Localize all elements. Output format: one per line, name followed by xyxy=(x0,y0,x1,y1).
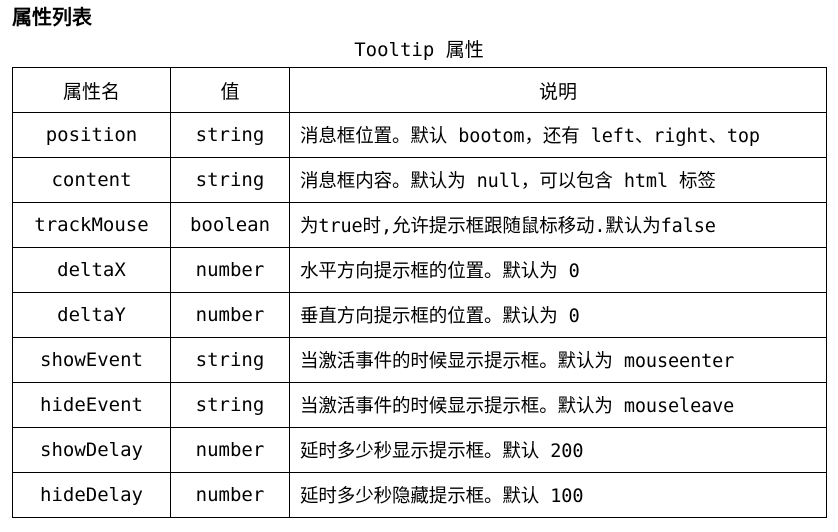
table-row: deltaY number 垂直方向提示框的位置。默认为 0 xyxy=(12,292,827,338)
attribute-description-cell: 为true时,允许提示框跟随鼠标移动.默认为false xyxy=(289,202,827,248)
attribute-type-cell: number xyxy=(170,427,290,473)
attribute-name-cell: hideEvent xyxy=(12,382,171,428)
attribute-description-cell: 当激活事件的时候显示提示框。默认为 mouseleave xyxy=(289,382,827,428)
attribute-name-cell: deltaX xyxy=(12,247,171,293)
table-row: showDelay number 延时多少秒显示提示框。默认 200 xyxy=(12,427,827,473)
attribute-description-cell: 消息框位置。默认 bootom，还有 left、right、top xyxy=(289,112,827,158)
table-row: position string 消息框位置。默认 bootom，还有 left、… xyxy=(12,112,827,158)
table-row: hideEvent string 当激活事件的时候显示提示框。默认为 mouse… xyxy=(12,382,827,428)
table-caption: Tooltip 属性 xyxy=(12,37,826,63)
attribute-type-cell: string xyxy=(170,157,290,203)
attribute-type-cell: string xyxy=(170,382,290,428)
table-caption-suffix: 属性 xyxy=(445,39,484,61)
attribute-name-cell: hideDelay xyxy=(12,472,171,518)
attribute-description-cell: 消息框内容。默认为 null，可以包含 html 标签 xyxy=(289,157,827,203)
table-row: hideDelay number 延时多少秒隐藏提示框。默认 100 xyxy=(12,472,827,518)
attribute-type-cell: number xyxy=(170,292,290,338)
header-value: 值 xyxy=(170,67,290,113)
attribute-name-cell: showDelay xyxy=(12,427,171,473)
attribute-name-cell: deltaY xyxy=(12,292,171,338)
attribute-name-cell: showEvent xyxy=(12,337,171,383)
attribute-type-cell: string xyxy=(170,337,290,383)
table-row: content string 消息框内容。默认为 null，可以包含 html … xyxy=(12,157,827,203)
attribute-name-cell: position xyxy=(12,112,171,158)
attribute-type-cell: number xyxy=(170,247,290,293)
attribute-description-cell: 垂直方向提示框的位置。默认为 0 xyxy=(289,292,827,338)
attribute-name-cell: content xyxy=(12,157,171,203)
table-row: showEvent string 当激活事件的时候显示提示框。默认为 mouse… xyxy=(12,337,827,383)
attribute-table: 属性名 值 说明 position string 消息框位置。默认 bootom… xyxy=(12,67,827,518)
attribute-name-cell: trackMouse xyxy=(12,202,171,248)
attribute-type-cell: string xyxy=(170,112,290,158)
attribute-description-cell: 水平方向提示框的位置。默认为 0 xyxy=(289,247,827,293)
attribute-description-cell: 延时多少秒显示提示框。默认 200 xyxy=(289,427,827,473)
header-description: 说明 xyxy=(289,67,827,113)
table-caption-name: Tooltip xyxy=(354,39,435,61)
attribute-type-cell: number xyxy=(170,472,290,518)
section-heading: 属性列表 xyxy=(12,5,92,29)
attribute-type-cell: boolean xyxy=(170,202,290,248)
table-header-row: 属性名 值 说明 xyxy=(12,67,827,113)
table-row: deltaX number 水平方向提示框的位置。默认为 0 xyxy=(12,247,827,293)
attribute-description-cell: 延时多少秒隐藏提示框。默认 100 xyxy=(289,472,827,518)
header-attribute-name: 属性名 xyxy=(12,67,171,113)
attribute-description-cell: 当激活事件的时候显示提示框。默认为 mouseenter xyxy=(289,337,827,383)
table-row: trackMouse boolean 为true时,允许提示框跟随鼠标移动.默认… xyxy=(12,202,827,248)
